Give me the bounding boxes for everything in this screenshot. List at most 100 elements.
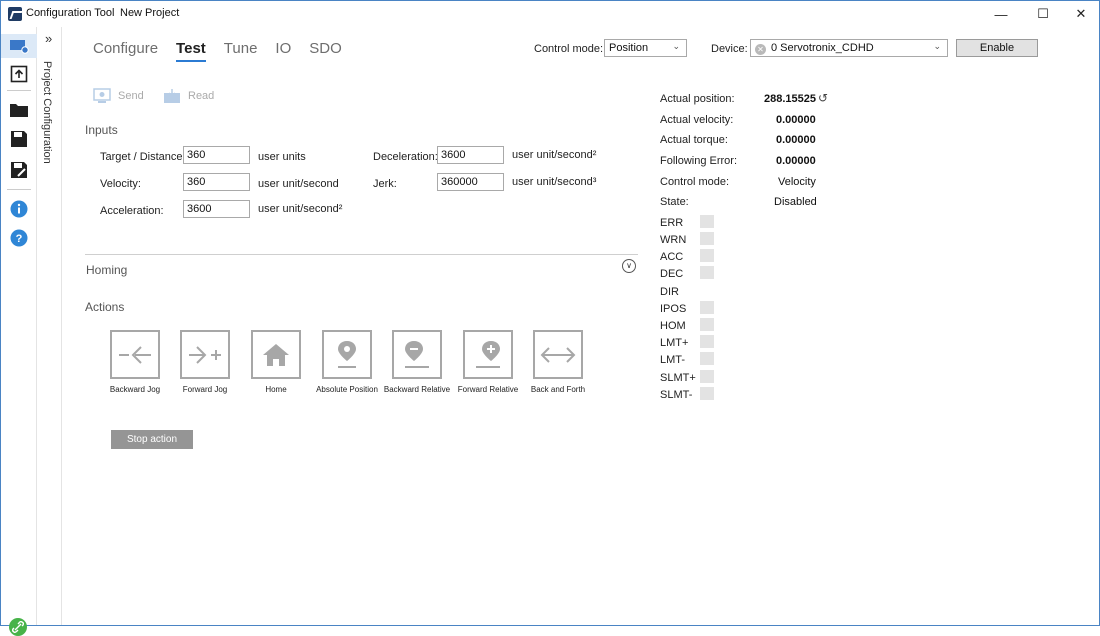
tab-tune[interactable]: Tune: [224, 40, 258, 62]
flag-lmt-plus-label: LMT+: [660, 337, 689, 349]
flag-slmt-plus-label: SLMT+: [660, 372, 696, 384]
read-button[interactable]: Read: [163, 88, 214, 104]
enable-button[interactable]: Enable: [956, 39, 1038, 57]
acceleration-unit: user unit/second²: [258, 203, 343, 215]
back-and-forth-button[interactable]: Back and Forth: [523, 330, 593, 394]
control-mode-select[interactable]: Position ⌄: [604, 39, 687, 57]
velocity-label: Velocity:: [100, 178, 141, 190]
close-button[interactable]: ✕: [1063, 1, 1099, 27]
velocity-input[interactable]: 360: [183, 173, 250, 191]
device-config-icon[interactable]: [9, 36, 29, 56]
action-label: Back and Forth: [530, 385, 586, 394]
jerk-label: Jerk:: [373, 178, 397, 190]
actions-title: Actions: [85, 300, 125, 314]
actual-position-label: Actual position:: [660, 93, 735, 105]
jerk-input[interactable]: 360000: [437, 173, 504, 191]
target-unit: user units: [258, 151, 306, 163]
open-folder-icon[interactable]: [9, 100, 29, 120]
flag-acc-label: ACC: [660, 251, 684, 263]
homing-title[interactable]: Homing: [86, 263, 127, 277]
flag-wrn-indicator: [700, 232, 714, 245]
backward-relative-button[interactable]: Backward Relative: [382, 330, 452, 394]
stop-action-button[interactable]: Stop action: [111, 430, 193, 449]
app-window: Configuration Tool New Project — ☐ ✕ ? »…: [0, 0, 1100, 636]
forward-relative-button[interactable]: Forward Relative: [453, 330, 523, 394]
flag-ipos-label: IPOS: [660, 303, 687, 315]
app-logo-icon: [8, 7, 22, 21]
state-value: Disabled: [774, 196, 817, 208]
device-select[interactable]: ✕ 0 Servotronix_CDHD ⌄: [750, 39, 948, 57]
action-label: Absolute Position: [316, 385, 378, 394]
deceleration-label: Deceleration:: [373, 151, 438, 163]
flag-lmt-minus-indicator: [700, 352, 714, 365]
save-as-icon[interactable]: [9, 160, 29, 180]
chevron-down-icon: ⌄: [933, 41, 941, 51]
acceleration-label: Acceleration:: [100, 205, 164, 217]
following-error-value: 0.00000: [776, 155, 816, 167]
minimize-button[interactable]: —: [983, 1, 1019, 27]
send-button[interactable]: Send: [93, 88, 144, 104]
home-icon: [263, 343, 289, 366]
link-icon[interactable]: [9, 618, 27, 636]
help-icon[interactable]: ?: [9, 228, 29, 248]
actual-velocity-label: Actual velocity:: [660, 114, 734, 126]
jerk-unit: user unit/second³: [512, 176, 597, 188]
status-control-mode-value: Velocity: [778, 176, 816, 188]
flag-slmt-minus-label: SLMT-: [660, 389, 693, 401]
forward-jog-button[interactable]: Forward Jog: [170, 330, 240, 394]
refresh-icon[interactable]: ↺: [818, 91, 828, 105]
read-label: Read: [188, 90, 215, 102]
target-label: Target / Distance:: [100, 151, 186, 163]
save-icon[interactable]: [9, 129, 29, 149]
info-icon[interactable]: [9, 199, 29, 219]
chevron-down-icon: ⌄: [672, 41, 680, 51]
action-label: Backward Relative: [383, 385, 451, 394]
action-label: Home: [265, 385, 287, 394]
flag-dec-label: DEC: [660, 268, 684, 280]
maximize-button[interactable]: ☐: [1025, 1, 1061, 27]
actual-torque-value: 0.00000: [776, 134, 816, 146]
expand-panel-icon[interactable]: »: [45, 31, 52, 46]
inputs-title: Inputs: [85, 123, 118, 137]
project-config-label[interactable]: Project Configuration: [41, 61, 53, 164]
project-config-panel: » Project Configuration: [38, 27, 62, 625]
app-title: Configuration Tool: [26, 7, 115, 19]
deceleration-input[interactable]: 3600: [437, 146, 504, 164]
deceleration-unit: user unit/second²: [512, 149, 597, 161]
tab-configure[interactable]: Configure: [93, 40, 158, 62]
target-input[interactable]: 360: [183, 146, 250, 164]
absolute-position-button[interactable]: Absolute Position: [312, 330, 382, 394]
chevron-down-icon[interactable]: ∨: [622, 259, 636, 273]
upload-icon[interactable]: [9, 64, 29, 84]
main-tabs: Configure Test Tune IO SDO: [93, 40, 360, 62]
actual-position-value: 288.15525: [764, 93, 816, 105]
control-mode-label: Control mode:: [534, 43, 604, 55]
left-toolbar: ?: [1, 27, 37, 636]
section-divider: [85, 254, 638, 255]
home-button[interactable]: Home: [241, 330, 311, 394]
flag-err-label: ERR: [660, 217, 684, 229]
tab-io[interactable]: IO: [275, 40, 291, 62]
status-control-mode-label: Control mode:: [660, 176, 730, 188]
map-pin-icon: [338, 340, 356, 368]
flag-slmt-minus-indicator: [700, 387, 714, 400]
flag-lmt-minus-label: LMT-: [660, 354, 686, 366]
toolbar-divider: [7, 189, 31, 190]
flag-hom-indicator: [700, 318, 714, 331]
following-error-label: Following Error:: [660, 155, 738, 167]
acceleration-input[interactable]: 3600: [183, 200, 250, 218]
svg-text:?: ?: [16, 233, 23, 245]
velocity-unit: user unit/second: [258, 178, 339, 190]
actual-velocity-value: 0.00000: [776, 114, 816, 126]
send-label: Send: [118, 90, 144, 102]
flag-wrn-label: WRN: [660, 234, 687, 246]
flag-dec-indicator: [700, 266, 714, 279]
flag-hom-label: HOM: [660, 320, 686, 332]
toolbar-divider: [7, 90, 31, 91]
device-status-icon: ✕: [755, 44, 766, 55]
tab-test[interactable]: Test: [176, 40, 206, 62]
tab-sdo[interactable]: SDO: [309, 40, 342, 62]
control-mode-value: Position: [609, 42, 649, 54]
read-icon: [164, 89, 180, 103]
backward-jog-button[interactable]: Backward Jog: [100, 330, 170, 394]
